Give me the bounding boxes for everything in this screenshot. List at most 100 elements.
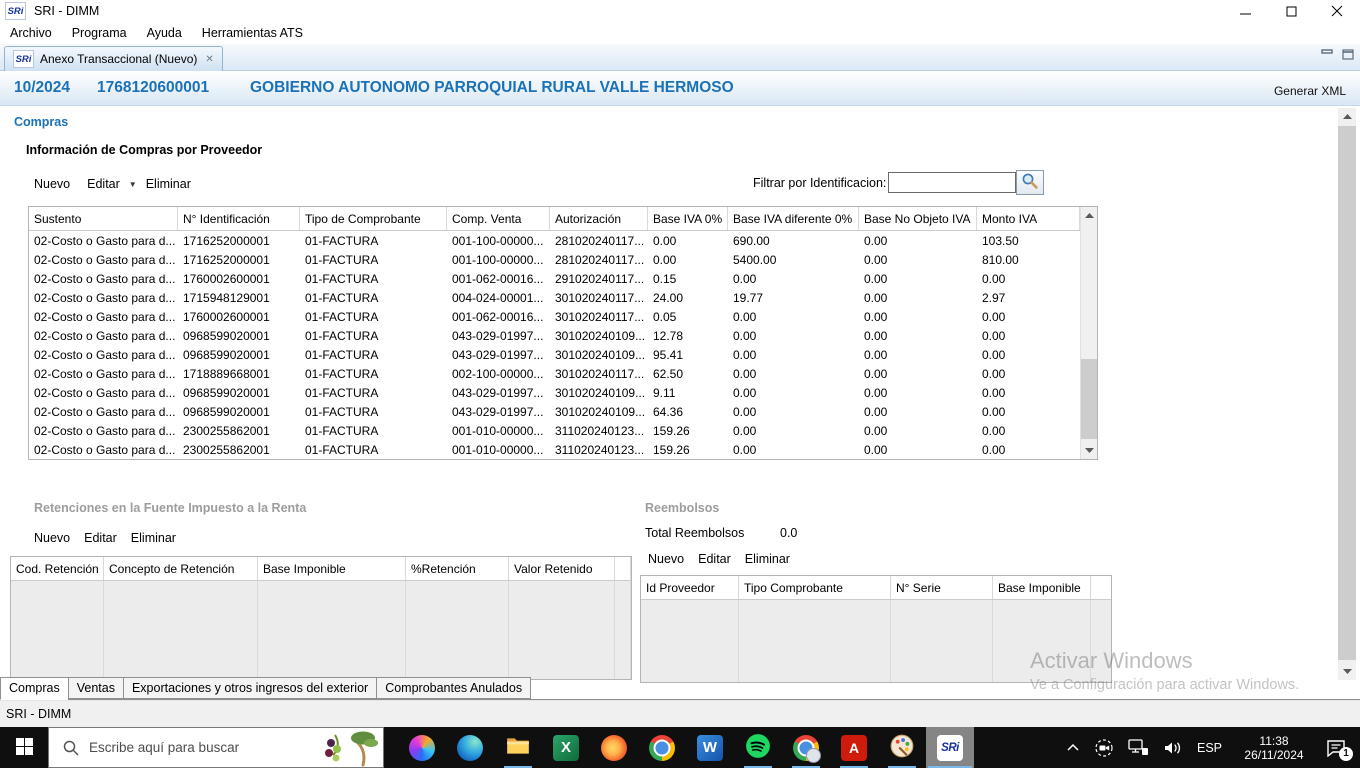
maximize-button[interactable]	[1268, 0, 1314, 22]
table-cell: 0.00	[864, 385, 888, 400]
table-cell: 5400.00	[733, 252, 777, 267]
table-row[interactable]: 02-Costo o Gasto para d... 0968599020001 0…	[29, 345, 1080, 364]
table-row[interactable]: 02-Costo o Gasto para d... 1760002600001 0…	[29, 269, 1080, 288]
column-header-comp-venta[interactable]: Comp. Venta	[447, 207, 550, 230]
column-header-retencion[interactable]: %Retención	[406, 557, 509, 580]
table-cell: 001-100-00000...	[452, 233, 544, 248]
column-header-valor-retenido[interactable]: Valor Retenido	[509, 557, 615, 580]
menu-archivo[interactable]: Archivo	[0, 23, 62, 43]
table-row[interactable]: 02-Costo o Gasto para d... 1715948129001 0…	[29, 288, 1080, 307]
taskbar-search-box[interactable]: Escribe aquí para buscar	[48, 727, 384, 768]
scroll-thumb[interactable]	[1338, 126, 1356, 660]
bottom-tab-strip: Compras Ventas Exportaciones y otros ingre…	[0, 677, 1360, 700]
table-row[interactable]: 02-Costo o Gasto para d... 0968599020001 0…	[29, 402, 1080, 421]
column-header-concepto-de-retencion[interactable]: Concepto de Retención	[104, 557, 258, 580]
taskbar-button-chrome[interactable]	[638, 727, 686, 768]
compras-nuevo-button[interactable]: Nuevo	[34, 177, 70, 191]
view-maximize-icon[interactable]	[1342, 49, 1354, 63]
taskbar-button-sri-dimm[interactable]: SRi	[926, 727, 974, 768]
column-header-monto-iva[interactable]: Monto IVA	[977, 207, 1080, 230]
taskbar-button-excel[interactable]: X	[542, 727, 590, 768]
taskbar-button-word[interactable]: W	[686, 727, 734, 768]
menu-ayuda[interactable]: Ayuda	[137, 23, 192, 43]
start-button[interactable]	[0, 727, 48, 768]
scroll-down-arrow[interactable]	[1081, 442, 1097, 459]
column-header-cod-retencion[interactable]: Cod. Retención	[11, 557, 104, 580]
reembolsos-nuevo-button[interactable]: Nuevo	[648, 552, 684, 566]
table-row[interactable]: 02-Costo o Gasto para d... 0968599020001 0…	[29, 326, 1080, 345]
taskbar-button-spotify[interactable]	[734, 727, 782, 768]
language-indicator[interactable]: ESP	[1197, 741, 1222, 755]
taskbar-button-firefox[interactable]	[590, 727, 638, 768]
vertical-scrollbar[interactable]	[1080, 207, 1097, 459]
network-icon[interactable]	[1128, 739, 1149, 756]
taskbar-button-acrobat[interactable]: A	[830, 727, 878, 768]
table-row[interactable]: 02-Costo o Gasto para d... 1760002600001 0…	[29, 307, 1080, 326]
retenciones-eliminar-button[interactable]: Eliminar	[131, 531, 176, 545]
view-minimize-icon[interactable]	[1321, 49, 1333, 63]
minimize-button[interactable]	[1222, 0, 1268, 22]
column-header-base-no-objeto-iva[interactable]: Base No Objeto IVA	[859, 207, 977, 230]
table-row[interactable]: 02-Costo o Gasto para d... 0968599020001 0…	[29, 383, 1080, 402]
scroll-up-arrow[interactable]	[1081, 207, 1097, 224]
column-header-base-iva-diferente-0[interactable]: Base IVA diferente 0%	[728, 207, 859, 230]
column-header-sustento[interactable]: Sustento	[29, 207, 178, 230]
generate-xml-button[interactable]: Generar XML	[1274, 84, 1346, 98]
table-cell: 0968599020001	[183, 328, 270, 343]
bottom-tab-comprobantes-anulados[interactable]: Comprobantes Anulados	[376, 677, 532, 699]
total-reembolsos-label: Total Reembolsos	[645, 526, 745, 540]
table-cell: 0.00	[864, 328, 888, 343]
taskbar-button-paint[interactable]	[878, 727, 926, 768]
menu-programa[interactable]: Programa	[62, 23, 137, 43]
table-empty-body	[11, 581, 631, 679]
column-header-autorizacion[interactable]: Autorización	[550, 207, 648, 230]
compras-editar-button[interactable]: Editar	[87, 177, 120, 191]
taskbar-button-chrome-profile[interactable]	[782, 727, 830, 768]
column-header-base-imponible[interactable]: Base Imponible	[993, 576, 1091, 599]
table-row[interactable]: 02-Costo o Gasto para d... 1716252000001 0…	[29, 231, 1080, 250]
column-header-base-imponible[interactable]: Base Imponible	[258, 557, 406, 580]
taskbar-search-input[interactable]: Escribe aquí para buscar	[89, 740, 319, 755]
main-vertical-scrollbar[interactable]	[1338, 108, 1356, 680]
taskbar-button-copilot[interactable]	[398, 727, 446, 768]
scroll-up-arrow[interactable]	[1338, 108, 1356, 125]
clock[interactable]: 11:38 26/11/2024	[1236, 734, 1312, 762]
bottom-tab-ventas[interactable]: Ventas	[67, 677, 123, 699]
column-header-base-iva-0[interactable]: Base IVA 0%	[648, 207, 728, 230]
tray-chevron-icon[interactable]	[1066, 743, 1080, 752]
column-header-id-proveedor[interactable]: Id Proveedor	[641, 576, 739, 599]
taskbar-button-file-explorer[interactable]	[494, 727, 542, 768]
table-row[interactable]: 02-Costo o Gasto para d... 2300255862001 0…	[29, 421, 1080, 440]
bottom-tab-compras[interactable]: Compras	[0, 677, 68, 700]
retenciones-toolbar: Nuevo Editar Eliminar	[34, 531, 176, 545]
reembolsos-editar-button[interactable]: Editar	[698, 552, 731, 566]
meet-now-icon[interactable]	[1094, 738, 1114, 758]
action-center-icon[interactable]: 1	[1326, 739, 1353, 761]
table-row[interactable]: 02-Costo o Gasto para d... 2300255862001 0…	[29, 440, 1080, 459]
compras-eliminar-button[interactable]: Eliminar	[146, 177, 191, 191]
search-highlight-image[interactable]	[319, 729, 381, 767]
volume-icon[interactable]	[1163, 740, 1183, 756]
column-header-tipo-de-comprobante[interactable]: Tipo de Comprobante	[300, 207, 447, 230]
taskbar-button-edge[interactable]	[446, 727, 494, 768]
column-header-tipo-comprobante[interactable]: Tipo Comprobante	[739, 576, 891, 599]
editor-tab-strip: SRi Anexo Transaccional (Nuevo) ✕	[0, 44, 1360, 71]
table-row[interactable]: 02-Costo o Gasto para d... 1716252000001 0…	[29, 250, 1080, 269]
bottom-tab-exportaciones-y-otros-ingresos-del-exterior[interactable]: Exportaciones y otros ingresos del exter…	[122, 677, 377, 699]
retenciones-editar-button[interactable]: Editar	[84, 531, 117, 545]
column-header-n-identificacion[interactable]: N° Identificación	[178, 207, 300, 230]
tab-anexo-transaccional[interactable]: SRi Anexo Transaccional (Nuevo) ✕	[4, 46, 223, 71]
table-cell: 0.00	[982, 385, 1006, 400]
table-row[interactable]: 02-Costo o Gasto para d... 1718889668001 0…	[29, 364, 1080, 383]
status-bar: SRI - DIMM	[0, 700, 1360, 727]
tab-close-icon[interactable]: ✕	[205, 54, 213, 65]
retenciones-nuevo-button[interactable]: Nuevo	[34, 531, 70, 545]
menu-herramientas-ats[interactable]: Herramientas ATS	[192, 23, 313, 43]
scroll-thumb[interactable]	[1081, 359, 1097, 439]
column-header-n-serie[interactable]: N° Serie	[891, 576, 993, 599]
filter-input[interactable]	[888, 172, 1016, 193]
filter-search-button[interactable]	[1016, 170, 1044, 195]
editar-dropdown-icon[interactable]: ▼	[129, 180, 137, 189]
close-button[interactable]	[1314, 0, 1360, 22]
reembolsos-eliminar-button[interactable]: Eliminar	[745, 552, 790, 566]
